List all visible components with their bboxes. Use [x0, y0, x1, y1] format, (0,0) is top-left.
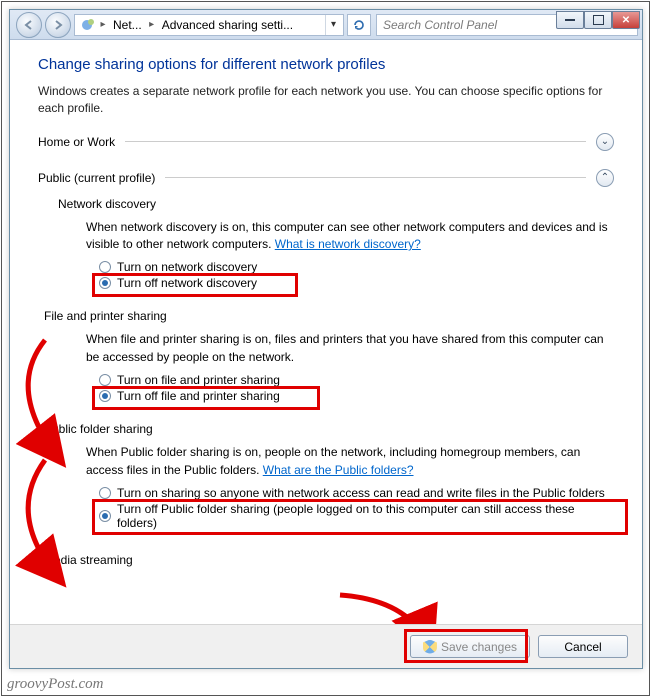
radio-icon [99, 277, 111, 289]
forward-arrow-icon [52, 19, 64, 31]
radio-label: Turn on network discovery [117, 260, 257, 274]
radio-file-printer-on[interactable]: Turn on file and printer sharing [96, 372, 614, 388]
cancel-button[interactable]: Cancel [538, 635, 628, 658]
subsection-title: Network discovery [58, 197, 614, 211]
radio-label: Turn on file and printer sharing [117, 373, 280, 387]
subsection-desc: When Public folder sharing is on, people… [86, 444, 614, 479]
breadcrumb-item[interactable]: Advanced sharing setti... [158, 18, 297, 32]
radio-icon [99, 510, 111, 522]
radio-label: Turn off network discovery [117, 276, 257, 290]
radio-file-printer-off[interactable]: Turn off file and printer sharing [96, 388, 614, 404]
search-placeholder: Search Control Panel [383, 18, 497, 32]
subsection-title: Public folder sharing [44, 422, 614, 436]
subsection-title: File and printer sharing [44, 309, 614, 323]
window-controls: ✕ [556, 11, 640, 29]
radio-net-discovery-on[interactable]: Turn on network discovery [96, 259, 614, 275]
page-description: Windows creates a separate network profi… [38, 83, 614, 117]
radio-label: Turn off file and printer sharing [117, 389, 280, 403]
footer: Save changes Cancel [10, 624, 642, 668]
radio-label: Turn off Public folder sharing (people l… [117, 502, 611, 530]
radio-label: Turn on sharing so anyone with network a… [117, 486, 605, 500]
maximize-button[interactable] [584, 11, 612, 29]
chevron-right-icon: ▸ [146, 19, 158, 30]
radio-icon [99, 374, 111, 386]
content-area: Change sharing options for different net… [10, 40, 642, 624]
refresh-icon [352, 18, 366, 32]
chevron-down-icon[interactable]: ⌄ [596, 133, 614, 151]
minimize-button[interactable] [556, 11, 584, 29]
breadcrumb-item[interactable]: Net... [109, 18, 146, 32]
page-title: Change sharing options for different net… [38, 56, 614, 73]
profile-label: Home or Work [38, 135, 115, 149]
profile-label: Public (current profile) [38, 171, 155, 185]
button-label: Save changes [441, 640, 517, 654]
network-icon [77, 15, 97, 35]
radio-public-folder-off[interactable]: Turn off Public folder sharing (people l… [96, 501, 614, 531]
radio-icon [99, 390, 111, 402]
subsection-desc: When network discovery is on, this compu… [86, 219, 614, 254]
refresh-button[interactable] [347, 14, 371, 36]
forward-button[interactable] [45, 12, 71, 38]
chevron-up-icon[interactable]: ⌃ [596, 169, 614, 187]
subsection-title: Media streaming [44, 553, 614, 567]
save-changes-button[interactable]: Save changes [410, 635, 530, 658]
radio-net-discovery-off[interactable]: Turn off network discovery [96, 275, 614, 291]
back-button[interactable] [16, 12, 42, 38]
radio-icon [99, 261, 111, 273]
back-arrow-icon [23, 19, 35, 31]
help-link-network-discovery[interactable]: What is network discovery? [275, 237, 421, 251]
subsection-desc: When file and printer sharing is on, fil… [86, 331, 614, 366]
profile-section-home[interactable]: Home or Work ⌄ [38, 133, 614, 151]
control-panel-window: ✕ ▸ Net... ▸ Advanced sharing setti... ▾… [9, 9, 643, 669]
shield-icon [423, 640, 437, 654]
chevron-right-icon: ▸ [97, 19, 109, 30]
watermark: groovyPost.com [7, 676, 104, 693]
button-label: Cancel [564, 640, 601, 654]
radio-icon [99, 487, 111, 499]
help-link-public-folders[interactable]: What are the Public folders? [263, 463, 414, 477]
profile-section-public[interactable]: Public (current profile) ⌃ [38, 169, 614, 187]
breadcrumb[interactable]: ▸ Net... ▸ Advanced sharing setti... ▾ [74, 14, 344, 36]
breadcrumb-dropdown[interactable]: ▾ [325, 15, 341, 35]
radio-public-folder-on[interactable]: Turn on sharing so anyone with network a… [96, 485, 614, 501]
titlebar: ▸ Net... ▸ Advanced sharing setti... ▾ S… [10, 10, 642, 40]
close-button[interactable]: ✕ [612, 11, 640, 29]
